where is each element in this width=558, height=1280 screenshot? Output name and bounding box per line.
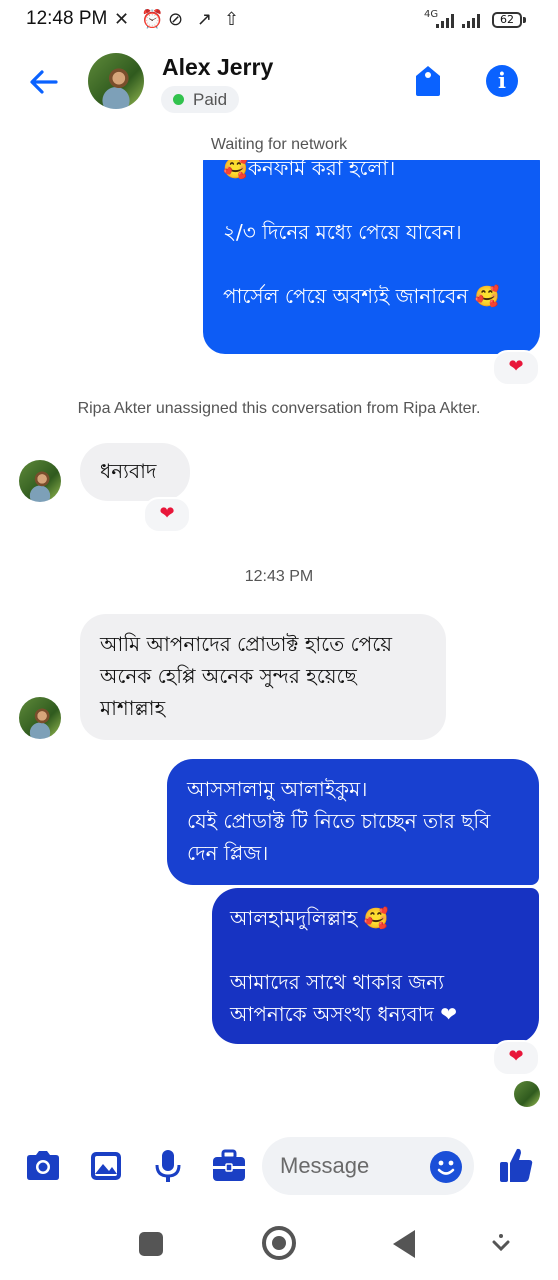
battery-icon: 62 [492, 12, 522, 28]
incoming-message[interactable]: আমি আপনাদের প্রোডাক্ট হাতে পেয়ে অনেক হে… [80, 614, 446, 740]
outgoing-message[interactable]: 🥰কনফার্ম করা হলো। ২/৩ দিনের মধ্যে পেয়ে … [203, 160, 540, 354]
incoming-message[interactable]: ধন্যবাদ [80, 443, 190, 501]
status-time: 12:48 PM [26, 8, 108, 29]
muted-icon: ✕ [114, 9, 130, 30]
emoji-icon [437, 1160, 455, 1175]
heart-reaction[interactable]: ❤ [492, 350, 540, 386]
alarm-icon: ⏰ [141, 9, 164, 30]
tag-icon [416, 66, 440, 96]
chevron-down-icon [492, 1234, 510, 1252]
sender-avatar[interactable] [19, 460, 61, 502]
heart-reaction[interactable]: ❤ [143, 497, 191, 533]
emoji-button[interactable] [430, 1151, 462, 1183]
call-forward-icon: ↗ [197, 9, 213, 30]
sender-avatar[interactable] [19, 697, 61, 739]
outgoing-message[interactable]: আসসালামু আলাইকুম। যেই প্রোডাক্ট টি নিতে … [167, 759, 539, 885]
briefcase-button[interactable] [210, 1148, 248, 1184]
battery-tip [523, 17, 526, 23]
status-bar: 12:48 PM ✕ ⏰ ⊘ ↗ ⇧ 4G 62 [0, 0, 558, 40]
network-status: Waiting for network [210, 136, 348, 153]
status-dot [173, 94, 184, 105]
home-dot [272, 1236, 286, 1250]
signal-icon-2 [462, 12, 484, 28]
microphone-icon [155, 1150, 181, 1182]
message-list[interactable]: 🥰কনফার্ম করা হলো। ২/৩ দিনের মধ্যে পেয়ে … [0, 160, 558, 1115]
upload-icon: ⇧ [224, 9, 240, 30]
gallery-button[interactable] [88, 1148, 126, 1184]
system-message: Ripa Akter unassigned this conversation … [77, 400, 481, 417]
camera-icon [27, 1151, 59, 1180]
nav-menu-button[interactable] [490, 1232, 512, 1256]
paid-label-text: Paid [193, 90, 228, 109]
composer-bar [0, 1120, 558, 1210]
back-button[interactable] [26, 64, 62, 100]
camera-button[interactable] [24, 1148, 62, 1184]
arrow-left-icon [30, 70, 58, 94]
info-button[interactable]: i [486, 65, 518, 97]
seen-indicator-avatar [514, 1081, 540, 1107]
tag-button[interactable] [412, 64, 444, 98]
nav-back-button[interactable] [393, 1230, 415, 1258]
thumbs-up-icon [500, 1148, 533, 1182]
paid-label[interactable]: Paid [161, 86, 240, 113]
info-icon: i [498, 68, 506, 93]
image-icon [91, 1152, 121, 1180]
system-nav-bar [0, 1210, 558, 1280]
heart-reaction[interactable]: ❤ [492, 1040, 540, 1076]
do-not-disturb-icon: ⊘ [168, 9, 184, 30]
outgoing-message[interactable]: আলহামদুলিল্লাহ 🥰 আমাদের সাথে থাকার জন্য … [212, 888, 539, 1044]
contact-name[interactable]: Alex Jerry [162, 54, 273, 81]
timestamp-divider: 12:43 PM [244, 568, 314, 585]
briefcase-icon [213, 1149, 245, 1181]
home-button[interactable] [262, 1226, 296, 1260]
signal-icon [436, 12, 458, 28]
like-button[interactable] [498, 1146, 534, 1184]
contact-avatar[interactable] [88, 53, 144, 109]
voice-button[interactable] [150, 1148, 188, 1184]
recents-button[interactable] [139, 1232, 163, 1256]
